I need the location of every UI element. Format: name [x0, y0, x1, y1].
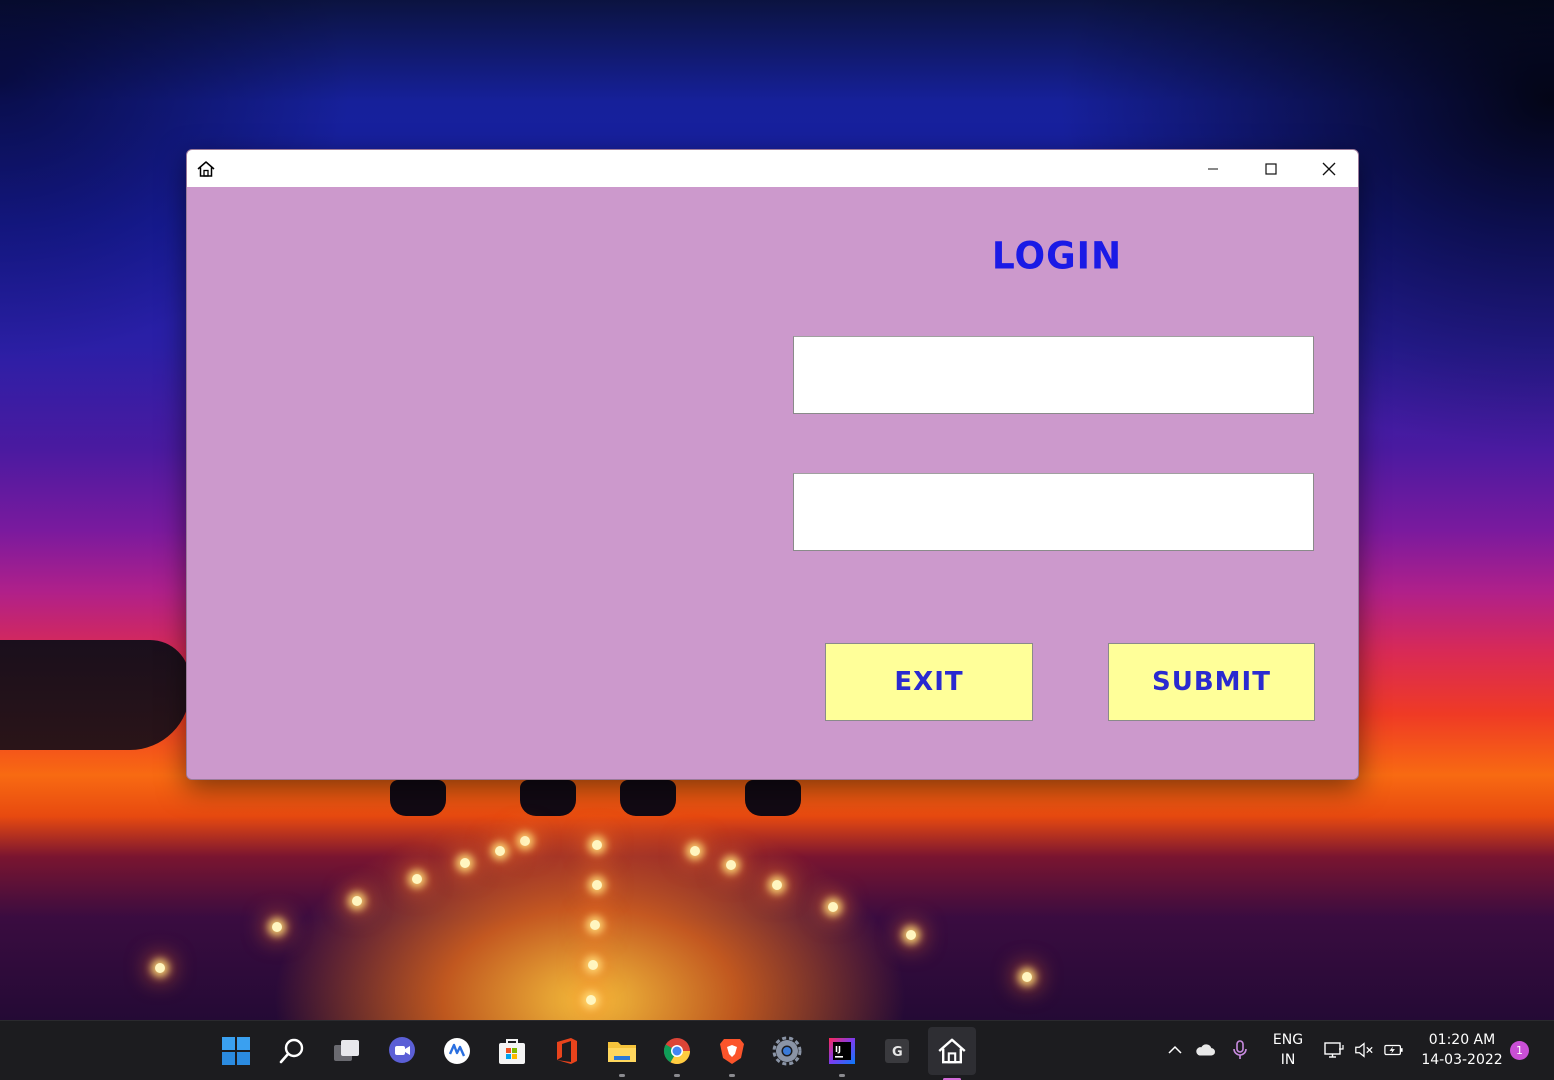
widgets-icon: [444, 1038, 470, 1064]
settings-button[interactable]: [767, 1031, 807, 1071]
cloud-icon: [1196, 1044, 1215, 1056]
runway-light: [828, 902, 838, 912]
file-explorer-icon: [608, 1042, 636, 1062]
volume-muted-icon: [1355, 1042, 1373, 1058]
running-indicator: [674, 1074, 680, 1077]
office-icon: [557, 1038, 577, 1064]
chat-button[interactable]: [382, 1031, 422, 1071]
landing-gear: [390, 780, 446, 816]
settings-icon: [772, 1036, 802, 1066]
search-icon: [279, 1038, 304, 1064]
runway-light: [155, 963, 165, 973]
runway-light: [586, 995, 596, 1005]
submit-button[interactable]: SUBMIT: [1108, 643, 1315, 721]
title-bar[interactable]: [187, 150, 1358, 187]
maximize-button[interactable]: [1242, 150, 1300, 187]
intellij-button[interactable]: IJ: [822, 1031, 862, 1077]
clock-date: 14-03-2022: [1421, 1052, 1503, 1068]
search-button[interactable]: [272, 1031, 312, 1071]
microphone-icon: [1233, 1040, 1247, 1059]
runway-light: [592, 880, 602, 890]
password-field[interactable]: [793, 473, 1314, 551]
home-app-button[interactable]: [928, 1027, 976, 1080]
maximize-icon: [1265, 162, 1277, 175]
region-code: IN: [1280, 1052, 1296, 1068]
landing-gear: [745, 780, 801, 816]
task-view-icon: [334, 1040, 359, 1061]
close-icon: [1322, 162, 1336, 175]
store-button[interactable]: [492, 1031, 532, 1071]
runway-light: [906, 930, 916, 940]
login-panel: LOGIN EXIT SUBMIT: [187, 187, 1358, 779]
intellij-icon: IJ: [829, 1038, 855, 1064]
runway-light: [460, 858, 470, 868]
brave-icon: [720, 1039, 744, 1064]
runway-light: [520, 836, 530, 846]
brave-button[interactable]: [712, 1031, 752, 1077]
home-icon: [196, 159, 216, 179]
task-view-button[interactable]: [327, 1031, 367, 1071]
runway-light: [590, 920, 600, 930]
close-button[interactable]: [1300, 150, 1358, 187]
start-button[interactable]: [216, 1031, 256, 1071]
airplane-wing: [0, 640, 190, 750]
volume-button[interactable]: [1354, 1040, 1374, 1060]
running-indicator: [729, 1074, 735, 1077]
network-button[interactable]: [1324, 1040, 1344, 1060]
file-explorer-button[interactable]: [602, 1031, 642, 1077]
clock[interactable]: 01:20 AM 14-03-2022: [1416, 1030, 1508, 1070]
store-icon: [499, 1039, 525, 1064]
landing-gear: [620, 780, 676, 816]
runway-light: [726, 860, 736, 870]
home-app-icon: [938, 1038, 966, 1064]
start-icon: [222, 1037, 250, 1065]
chevron-up-icon: [1168, 1045, 1182, 1054]
runway-light: [592, 840, 602, 850]
runway-light: [495, 846, 505, 856]
runway-light: [272, 922, 282, 932]
login-window: LOGIN EXIT SUBMIT: [186, 149, 1359, 780]
login-heading: LOGIN: [991, 234, 1123, 279]
svg-text:G: G: [892, 1045, 903, 1060]
language-indicator[interactable]: ENG IN: [1266, 1030, 1310, 1070]
username-field[interactable]: [793, 336, 1314, 414]
runway-light: [412, 874, 422, 884]
svg-text:IJ: IJ: [835, 1045, 841, 1054]
microphone-button[interactable]: [1230, 1040, 1250, 1060]
taskbar: IJ G: [0, 1020, 1554, 1080]
chrome-button[interactable]: [657, 1031, 697, 1077]
show-hidden-icons-button[interactable]: [1165, 1040, 1185, 1060]
language-code: ENG: [1272, 1032, 1304, 1048]
running-indicator: [839, 1074, 845, 1077]
onedrive-button[interactable]: [1195, 1040, 1215, 1060]
landing-gear: [520, 780, 576, 816]
chat-icon: [389, 1037, 415, 1063]
runway-light: [690, 846, 700, 856]
widgets-button[interactable]: [437, 1031, 477, 1071]
running-indicator: [619, 1074, 625, 1077]
g-app-button[interactable]: G: [877, 1031, 917, 1071]
runway-light: [352, 896, 362, 906]
battery-charging-icon: [1384, 1044, 1403, 1056]
runway-light: [588, 960, 598, 970]
notification-badge[interactable]: 1: [1510, 1041, 1529, 1060]
office-button[interactable]: [547, 1031, 587, 1071]
runway-light: [772, 880, 782, 890]
runway-light: [1022, 972, 1032, 982]
exit-button[interactable]: EXIT: [825, 643, 1033, 721]
chrome-icon: [663, 1038, 691, 1065]
battery-button[interactable]: [1384, 1040, 1404, 1060]
minimize-icon: [1208, 168, 1218, 169]
network-icon: [1324, 1042, 1344, 1058]
g-app-icon: G: [885, 1039, 909, 1063]
clock-time: 01:20 AM: [1428, 1032, 1496, 1048]
minimize-button[interactable]: [1184, 150, 1242, 187]
